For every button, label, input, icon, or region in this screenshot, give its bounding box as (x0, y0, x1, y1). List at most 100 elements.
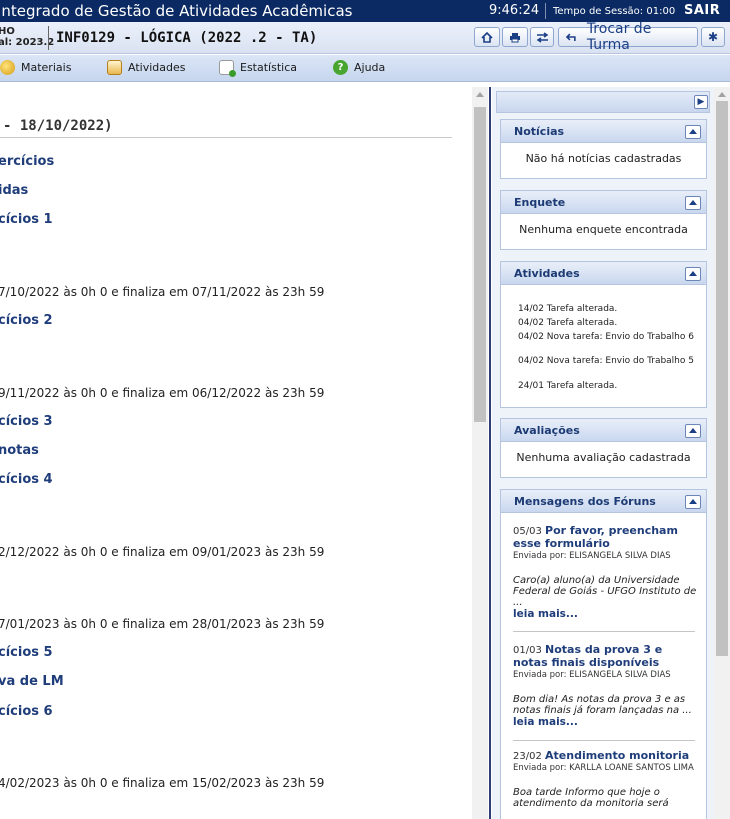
task-period-text: 9/11/2022 às 0h 0 e finaliza em 06/12/20… (0, 386, 325, 400)
forum-message-body: Bom dia! As notas da prova 3 e as notas … (513, 694, 692, 716)
task-period-text: 7/01/2023 às 0h 0 e finaliza em 28/01/20… (0, 617, 325, 631)
main-scrollbar[interactable] (472, 87, 488, 819)
activity-item[interactable]: 14/02 Tarefa alterada. (518, 304, 698, 314)
user-name: HO (0, 26, 15, 37)
statistics-icon (219, 60, 236, 77)
forum-message-title[interactable]: Atendimento monitoria (545, 749, 689, 762)
switch-class-button[interactable]: Trocar de Turma (558, 21, 698, 53)
activity-item[interactable]: 04/02 Nova tarefa: Envio do Trabalho 6 (518, 332, 698, 342)
clock: 9:46:24 (489, 3, 540, 18)
scrollbar-thumb[interactable] (474, 107, 486, 422)
topic-link[interactable]: ercícios (0, 154, 54, 169)
menu-materiais-label: Materiais (21, 61, 72, 74)
home-button[interactable] (474, 27, 500, 47)
collapse-arrow-icon[interactable] (685, 267, 701, 281)
menu-bar: Materiais Atividades Estatística ? Ajuda (0, 55, 730, 82)
forum-title: Mensagens dos Fóruns (514, 495, 656, 508)
poll-title: Enquete (514, 196, 566, 209)
forum-message: 05/03 Por favor, preencham esse formulár… (513, 525, 699, 621)
collapse-sidebar-button[interactable]: ▶ (694, 95, 708, 109)
menu-estatistica[interactable]: Estatística (219, 60, 297, 77)
topic-period-title: - 18/10/2022) (3, 118, 113, 134)
topic-link[interactable]: cícios 4 (0, 472, 53, 487)
read-more-link[interactable]: leia mais... (513, 608, 699, 620)
collapse-arrow-icon[interactable] (685, 424, 701, 438)
course-header: HO al: 2023.2 INF0129 - LÓGICA (2022 .2 … (0, 21, 730, 54)
evaluations-title: Avaliações (514, 424, 580, 437)
activity-item[interactable]: 24/01 Tarefa alterada. (518, 381, 698, 391)
menu-ajuda[interactable]: ? Ajuda (333, 60, 385, 75)
collapse-arrow-icon[interactable] (685, 495, 701, 509)
topic-link[interactable]: notas (0, 443, 39, 458)
topic-link[interactable]: cícios 1 (0, 212, 53, 227)
activity-item[interactable]: 04/02 Nova tarefa: Envio do Trabalho 5 (518, 356, 698, 366)
scroll-up-icon[interactable] (718, 92, 726, 97)
sidebar-header: ▶ (496, 91, 710, 113)
divider (513, 740, 695, 741)
forum-message-heading: 01/03 Notas da prova 3 e notas finais di… (513, 644, 699, 670)
course-title: INF0129 - LÓGICA (2022 .2 - TA) (56, 30, 318, 46)
poll-header: Enquete (501, 191, 706, 214)
forum-message-date: 01/03 (513, 645, 542, 656)
divider (545, 3, 546, 19)
topic-link[interactable]: idas (0, 183, 28, 198)
activity-item[interactable]: 04/02 Tarefa alterada. (518, 318, 698, 328)
back-arrow-icon (565, 32, 576, 41)
session-time: 01:00 (646, 6, 676, 17)
menu-atividades-label: Atividades (128, 61, 186, 74)
system-title: Integrado de Gestão de Atividades Acadêm… (0, 2, 353, 20)
sidebar-scrollbar[interactable] (714, 87, 730, 819)
forum-header: Mensagens dos Fóruns (501, 490, 706, 513)
print-button[interactable] (502, 27, 528, 47)
forum-message-author: Enviada por: KARLLA LOANE SANTOS LIMA (513, 763, 694, 773)
topic-link[interactable]: cícios 6 (0, 704, 53, 719)
menu-atividades[interactable]: Atividades (107, 60, 185, 75)
poll-box: Enquete Nenhuma enquete encontrada (500, 190, 707, 250)
menu-materiais[interactable]: Materiais (0, 60, 71, 75)
poll-empty-text: Nenhuma enquete encontrada (519, 223, 688, 236)
scrollbar-thumb[interactable] (716, 101, 728, 656)
session-label: Tempo de Sessão: (553, 6, 644, 17)
evaluations-box: Avaliações Nenhuma avaliação cadastrada (500, 418, 707, 478)
logout-button[interactable]: SAIR (684, 3, 720, 18)
collapse-arrow-icon[interactable] (685, 196, 701, 210)
swap-arrows-icon (536, 31, 548, 43)
task-period-text: 2/12/2022 às 0h 0 e finaliza em 09/01/20… (0, 545, 325, 559)
forum-message-author: Enviada por: ELISANGELA SILVA DIAS (513, 551, 671, 561)
materials-icon (0, 60, 15, 75)
forum-messages-box: Mensagens dos Fóruns 05/03 Por favor, pr… (500, 489, 707, 819)
collapse-arrow-icon[interactable] (685, 125, 701, 139)
home-icon (481, 31, 493, 43)
scroll-up-icon[interactable] (476, 92, 484, 97)
topic-link[interactable]: cícios 2 (0, 313, 53, 328)
top-bar: Integrado de Gestão de Atividades Acadêm… (0, 0, 730, 22)
topic-link[interactable]: cícios 5 (0, 645, 53, 660)
divider (0, 137, 452, 138)
news-header: Notícias (501, 120, 706, 143)
menu-estatistica-label: Estatística (240, 61, 297, 74)
user-info: HO al: 2023.2 (0, 26, 54, 48)
forum-message-body: Caro(a) aluno(a) da Universidade Federal… (513, 575, 697, 608)
forum-message-author: Enviada por: ELISANGELA SILVA DIAS (513, 670, 671, 680)
forum-message-date: 23/02 (513, 751, 542, 762)
news-empty-text: Não há notícias cadastradas (525, 152, 682, 165)
activities-box: Atividades 14/02 Tarefa alterada. 04/02 … (500, 261, 707, 408)
evaluations-empty-text: Nenhuma avaliação cadastrada (516, 451, 691, 464)
gear-icon: ✱ (707, 30, 719, 44)
task-period-text: 7/10/2022 às 0h 0 e finaliza em 07/11/20… (0, 285, 325, 299)
divider (489, 87, 491, 819)
read-more-link[interactable]: leia mais... (513, 716, 699, 728)
evaluations-header: Avaliações (501, 419, 706, 442)
forum-message-body: Boa tarde Informo que hoje o atendimento… (513, 787, 669, 809)
swap-button[interactable] (530, 27, 554, 47)
topic-link[interactable]: va de LM (0, 674, 64, 689)
menu-ajuda-label: Ajuda (354, 61, 386, 74)
settings-button[interactable]: ✱ (701, 27, 725, 47)
divider (48, 26, 49, 50)
divider (513, 631, 695, 632)
topic-link[interactable]: cícios 3 (0, 414, 53, 429)
forum-message: 23/02 Atendimento monitoria Enviada por:… (513, 749, 699, 810)
activities-icon (107, 60, 122, 75)
forum-message: 01/03 Notas da prova 3 e notas finais di… (513, 644, 699, 729)
user-semester: al: 2023.2 (0, 37, 55, 48)
